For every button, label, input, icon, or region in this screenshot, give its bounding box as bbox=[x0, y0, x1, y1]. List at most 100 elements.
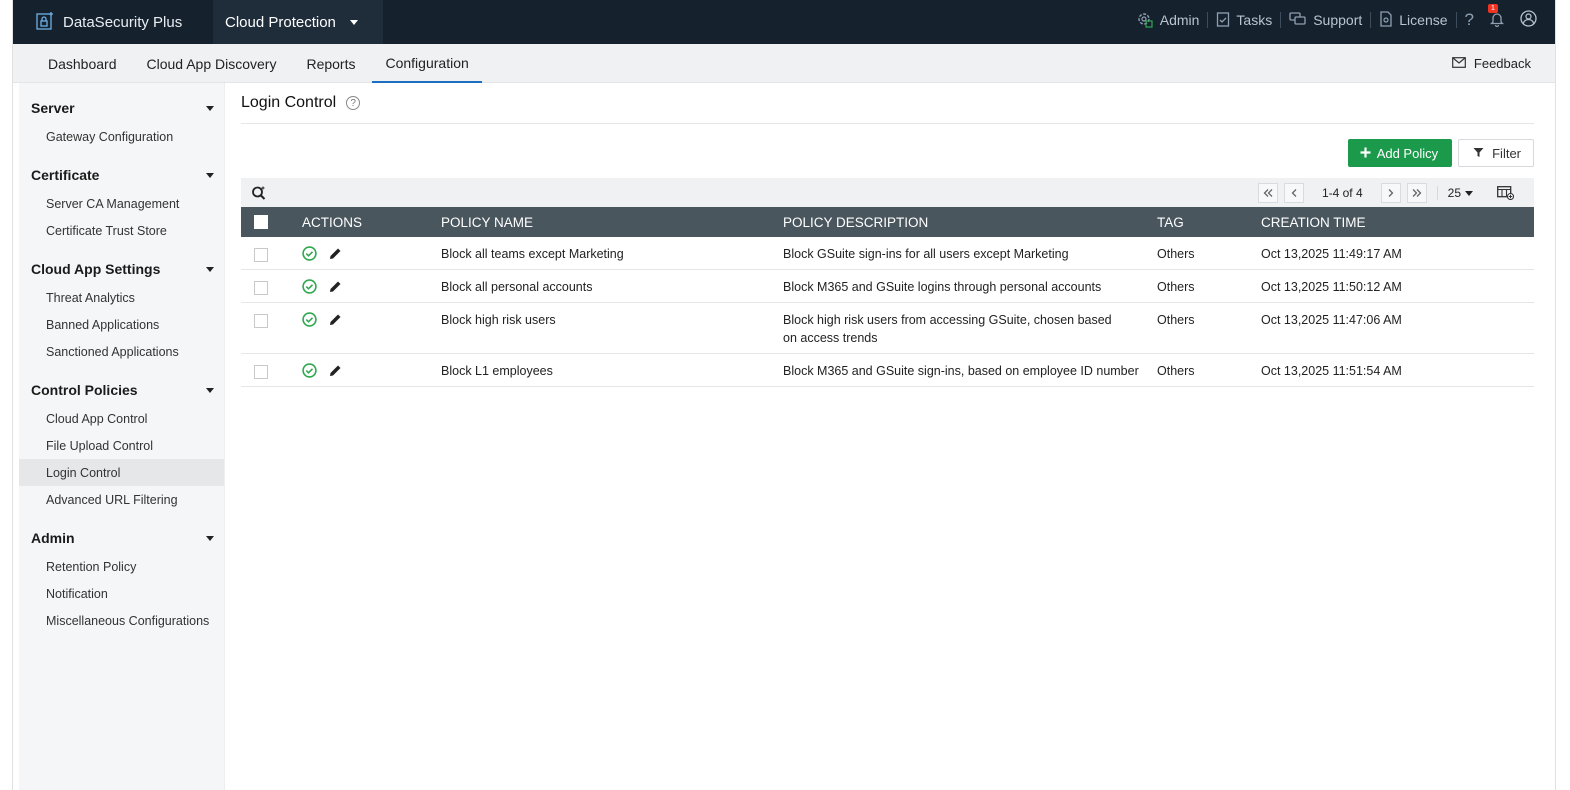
tab-dashboard[interactable]: Dashboard bbox=[35, 44, 130, 83]
support-label: Support bbox=[1313, 12, 1363, 28]
row-checkbox[interactable] bbox=[254, 281, 268, 295]
sidebar-group-header[interactable]: Control Policies bbox=[19, 375, 224, 405]
policy-tag: Others bbox=[1157, 353, 1261, 387]
feedback-button[interactable]: Feedback bbox=[1452, 44, 1531, 83]
support-link[interactable]: Support bbox=[1281, 11, 1370, 30]
help-icon[interactable]: ? bbox=[346, 96, 361, 110]
tasks-label: Tasks bbox=[1236, 12, 1273, 28]
license-link[interactable]: License bbox=[1371, 10, 1455, 30]
sidebar-item-server-ca-management[interactable]: Server CA Management bbox=[19, 190, 224, 217]
filter-funnel-icon bbox=[1473, 146, 1484, 161]
brand-logo-icon bbox=[35, 11, 55, 34]
caret-down-icon bbox=[206, 266, 214, 272]
column-header-policy-name[interactable]: POLICY NAME bbox=[441, 207, 783, 237]
table-row: Block all teams except Marketing Block G… bbox=[241, 237, 1534, 270]
sidebar-group-title: Cloud App Settings bbox=[31, 261, 161, 277]
tab-reports[interactable]: Reports bbox=[293, 44, 368, 83]
sidebar-item-sanctioned-applications[interactable]: Sanctioned Applications bbox=[19, 338, 224, 365]
column-header-creation-time[interactable]: CREATION TIME bbox=[1261, 207, 1534, 237]
column-chooser-icon[interactable] bbox=[1497, 186, 1514, 200]
search-icon[interactable] bbox=[251, 185, 267, 204]
notification-badge: 1 bbox=[1488, 3, 1498, 13]
sidebar-item-threat-analytics[interactable]: Threat Analytics bbox=[19, 284, 224, 311]
enabled-check-icon[interactable] bbox=[302, 312, 317, 327]
action-buttons: Add Policy Filter bbox=[1347, 139, 1534, 167]
caret-down-icon bbox=[206, 387, 214, 393]
page-range: 1-4 of 4 bbox=[1321, 186, 1363, 200]
sidebar-group-server: Server Gateway Configuration bbox=[19, 83, 224, 150]
edit-pencil-icon[interactable] bbox=[329, 364, 342, 377]
sidebar-item-banned-applications[interactable]: Banned Applications bbox=[19, 311, 224, 338]
sidebar-item-retention-policy[interactable]: Retention Policy bbox=[19, 553, 224, 580]
page-size-select[interactable]: 25 bbox=[1436, 186, 1491, 200]
edit-pencil-icon[interactable] bbox=[329, 247, 342, 260]
next-page-icon[interactable] bbox=[1380, 183, 1401, 203]
table-toolbar: 1-4 of 4 25 bbox=[241, 178, 1534, 208]
support-chat-icon bbox=[1289, 11, 1307, 30]
sidebar-item-gateway-configuration[interactable]: Gateway Configuration bbox=[19, 123, 224, 150]
admin-link[interactable]: Admin bbox=[1128, 10, 1208, 31]
policy-name: Block all personal accounts bbox=[441, 269, 783, 303]
select-all-checkbox[interactable] bbox=[254, 215, 268, 229]
filter-button[interactable]: Filter bbox=[1458, 139, 1534, 167]
user-profile-button[interactable] bbox=[1512, 10, 1537, 30]
table-header-row: ACTIONS POLICY NAME POLICY DESCRIPTION T… bbox=[241, 207, 1534, 237]
help-button[interactable]: ? bbox=[1457, 10, 1482, 30]
sidebar-item-advanced-url-filtering[interactable]: Advanced URL Filtering bbox=[19, 486, 224, 513]
sidebar-item-certificate-trust-store[interactable]: Certificate Trust Store bbox=[19, 217, 224, 244]
policy-tag: Others bbox=[1157, 302, 1261, 354]
policy-description: Block M365 and GSuite sign-ins, based on… bbox=[783, 353, 1157, 387]
brand-name: DataSecurity Plus bbox=[63, 13, 183, 31]
sidebar-group-title: Control Policies bbox=[31, 382, 138, 398]
sidebar-group-header[interactable]: Certificate bbox=[19, 160, 224, 190]
tab-cloud-app-discovery[interactable]: Cloud App Discovery bbox=[134, 44, 290, 83]
enabled-check-icon[interactable] bbox=[302, 279, 317, 294]
sidebar-item-miscellaneous-configurations[interactable]: Miscellaneous Configurations bbox=[19, 607, 224, 634]
product-switcher[interactable]: Cloud Protection bbox=[213, 0, 383, 44]
sidebar-group-header[interactable]: Admin bbox=[19, 523, 224, 553]
policy-name: Block high risk users bbox=[441, 302, 783, 354]
sidebar-item-login-control[interactable]: Login Control bbox=[19, 459, 224, 486]
top-bar: DataSecurity Plus Cloud Protection Admin… bbox=[13, 0, 1555, 44]
enabled-check-icon[interactable] bbox=[302, 246, 317, 261]
sidebar-group-header[interactable]: Server bbox=[19, 93, 224, 123]
edit-pencil-icon[interactable] bbox=[329, 313, 342, 326]
tasks-link[interactable]: Tasks bbox=[1208, 11, 1280, 30]
caret-down-icon bbox=[206, 172, 214, 178]
row-checkbox[interactable] bbox=[254, 248, 268, 262]
row-checkbox[interactable] bbox=[254, 314, 268, 328]
page-header: Login Control ? bbox=[241, 83, 1534, 124]
previous-page-icon[interactable] bbox=[1283, 183, 1304, 203]
sidebar-item-file-upload-control[interactable]: File Upload Control bbox=[19, 432, 224, 459]
sidebar-item-notification[interactable]: Notification bbox=[19, 580, 224, 607]
admin-gear-icon bbox=[1136, 10, 1154, 31]
last-page-icon[interactable] bbox=[1406, 183, 1427, 203]
sidebar-group-cloud-app-settings: Cloud App Settings Threat Analytics Bann… bbox=[19, 244, 224, 365]
policy-creation-time: Oct 13,2025 11:47:06 AM bbox=[1261, 302, 1534, 354]
edit-pencil-icon[interactable] bbox=[329, 280, 342, 293]
first-page-icon[interactable] bbox=[1257, 183, 1278, 203]
sidebar-group-header[interactable]: Cloud App Settings bbox=[19, 254, 224, 284]
nav-tabs: Dashboard Cloud App Discovery Reports Co… bbox=[35, 44, 486, 83]
top-links: Admin Tasks Support License ? 1 bbox=[1128, 0, 1537, 40]
user-avatar-icon bbox=[1520, 10, 1537, 30]
sidebar-item-cloud-app-control[interactable]: Cloud App Control bbox=[19, 405, 224, 432]
table-row: Block L1 employees Block M365 and GSuite… bbox=[241, 353, 1534, 387]
main-nav: Dashboard Cloud App Discovery Reports Co… bbox=[13, 44, 1555, 83]
notifications-button[interactable]: 1 bbox=[1482, 3, 1512, 30]
sidebar: Server Gateway Configuration Certificate… bbox=[19, 83, 225, 790]
column-header-policy-description[interactable]: POLICY DESCRIPTION bbox=[783, 207, 1157, 237]
license-icon bbox=[1379, 10, 1393, 30]
page-size-value: 25 bbox=[1447, 186, 1461, 200]
add-policy-button[interactable]: Add Policy bbox=[1347, 139, 1453, 167]
enabled-check-icon[interactable] bbox=[302, 363, 317, 378]
tasks-clipboard-icon bbox=[1216, 11, 1230, 30]
caret-down-icon bbox=[206, 535, 214, 541]
caret-down-icon bbox=[206, 105, 214, 111]
filter-label: Filter bbox=[1492, 145, 1521, 161]
tab-configuration[interactable]: Configuration bbox=[372, 44, 482, 83]
brand[interactable]: DataSecurity Plus bbox=[35, 0, 182, 44]
column-header-tag[interactable]: TAG bbox=[1157, 207, 1261, 237]
row-checkbox[interactable] bbox=[254, 365, 268, 379]
chevron-down-icon bbox=[349, 19, 358, 25]
